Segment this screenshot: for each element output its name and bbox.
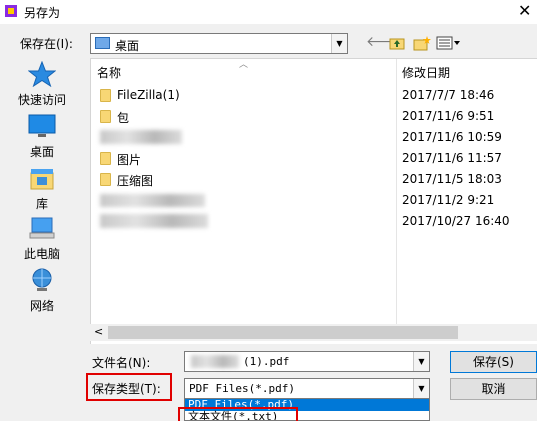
save-in-label: 保存在(I):: [20, 37, 73, 51]
file-name: 包: [117, 111, 130, 125]
filetype-value: PDF Files(*.pdf): [189, 382, 295, 395]
place-this-pc[interactable]: 此电脑: [8, 215, 76, 265]
window-title: 另存为: [24, 6, 61, 20]
file-date: 2017/11/6 9:51: [402, 109, 495, 123]
save-in-value: 桌面: [115, 39, 140, 53]
filename-value: (1).pdf: [243, 355, 290, 368]
file-list[interactable]: 名称 ︿ 修改日期 FileZilla(1) 2017/7/7 18:46 包 …: [90, 58, 537, 344]
file-date: 2017/10/27 16:40: [402, 214, 510, 228]
column-header-date[interactable]: 修改日期: [402, 64, 450, 81]
up-folder-icon[interactable]: [389, 35, 405, 51]
horizontal-scrollbar[interactable]: <: [90, 324, 537, 341]
place-label: 网络: [29, 299, 54, 313]
redacted-filename-prefix: [191, 355, 239, 368]
file-date: 2017/11/5 18:03: [402, 172, 502, 186]
places-sidebar: 快速访问 桌面 库 此电脑 网络: [8, 59, 86, 339]
save-button[interactable]: 保存(S): [450, 351, 537, 373]
place-libraries[interactable]: 库: [8, 165, 76, 215]
file-row[interactable]: FileZilla(1) 2017/7/7 18:46: [91, 85, 531, 106]
chevron-down-icon[interactable]: ▼: [413, 352, 429, 371]
save-in-combobox[interactable]: 桌面 ▼: [90, 33, 348, 54]
star-icon: [28, 61, 56, 87]
file-date: 2017/7/7 18:46: [402, 88, 495, 102]
title-bar: 另存为 ✕: [0, 0, 537, 24]
file-date: 2017/11/6 11:57: [402, 151, 502, 165]
file-row[interactable]: 包 2017/11/6 9:51: [91, 106, 531, 127]
filename-label: 文件名(N):: [92, 356, 151, 370]
chevron-down-icon[interactable]: ▼: [331, 34, 347, 53]
file-name: 压缩图: [117, 174, 154, 188]
cancel-button[interactable]: 取消: [450, 378, 537, 400]
place-label: 库: [35, 197, 48, 211]
place-label: 此电脑: [23, 247, 60, 261]
file-date: 2017/11/2 9:21: [402, 193, 495, 207]
folder-icon: [100, 173, 111, 186]
place-label: 桌面: [29, 145, 54, 159]
folder-icon: [100, 110, 111, 123]
scrollbar-thumb[interactable]: [108, 326, 458, 339]
computer-icon: [29, 217, 55, 239]
annotation-highlight-box: [86, 373, 172, 401]
save-as-dialog: 另存为 ✕ 保存在(I): 桌面 ▼ 🡐 快速访问 桌面 库 此电脑 网络 名称…: [0, 0, 537, 421]
view-menu-icon[interactable]: [436, 35, 462, 51]
redacted-file-name: [100, 194, 205, 207]
column-header-name[interactable]: 名称: [97, 64, 121, 81]
back-arrow-icon[interactable]: 🡐: [366, 35, 404, 51]
place-label: 快速访问: [17, 93, 66, 107]
library-icon: [30, 169, 54, 190]
scroll-left-icon[interactable]: <: [94, 325, 103, 338]
file-row[interactable]: 图片 2017/11/6 11:57: [91, 148, 531, 169]
place-desktop[interactable]: 桌面: [8, 113, 76, 163]
close-button[interactable]: ✕: [518, 1, 531, 20]
redacted-file-name: [100, 214, 208, 228]
desktop-folder-icon: [95, 37, 110, 49]
network-icon: [32, 268, 52, 291]
new-folder-icon[interactable]: [413, 35, 431, 51]
place-network[interactable]: 网络: [8, 267, 76, 317]
folder-icon: [100, 152, 111, 165]
chevron-down-icon[interactable]: ▼: [413, 379, 429, 398]
annotation-highlight-box: [178, 407, 298, 421]
file-row[interactable]: 压缩图 2017/11/5 18:03: [91, 169, 531, 190]
file-row[interactable]: 2017/10/27 16:40: [91, 211, 531, 232]
file-name: 图片: [117, 153, 142, 167]
desktop-icon: [28, 114, 56, 137]
place-quick-access[interactable]: 快速访问: [8, 61, 76, 111]
app-icon: [5, 5, 17, 17]
file-row[interactable]: 2017/11/6 10:59: [91, 127, 531, 148]
filetype-combobox[interactable]: PDF Files(*.pdf) ▼: [184, 378, 430, 399]
filename-input[interactable]: (1).pdf ▼: [184, 351, 430, 372]
redacted-file-name: [100, 130, 182, 144]
file-row[interactable]: 2017/11/2 9:21: [91, 190, 531, 211]
sort-ascending-icon: ︿: [239, 60, 249, 70]
folder-icon: [100, 89, 111, 102]
file-date: 2017/11/6 10:59: [402, 130, 502, 144]
file-name: FileZilla(1): [117, 88, 180, 102]
